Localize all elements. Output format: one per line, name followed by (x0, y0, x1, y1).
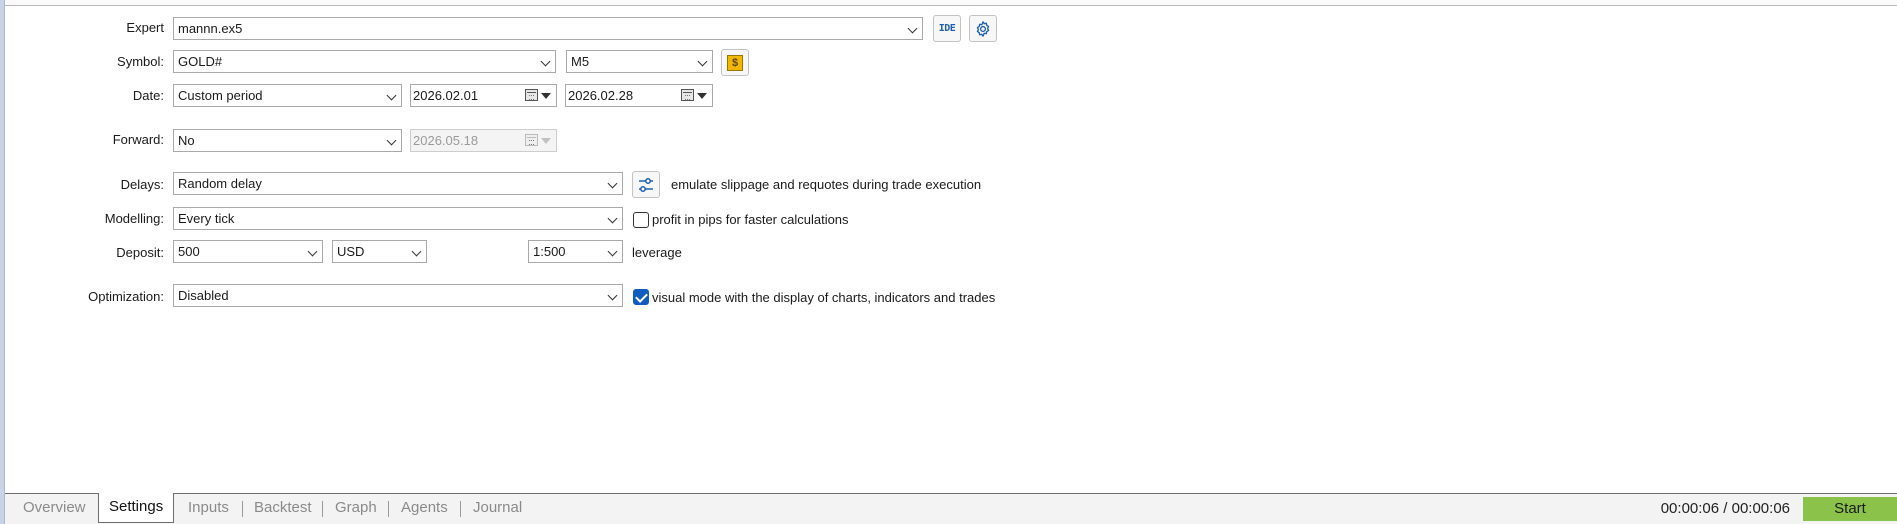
tab-separator (388, 501, 389, 517)
ide-button[interactable]: IDE (933, 15, 961, 42)
symbol-value: GOLD# (178, 54, 223, 69)
profit-in-pips-label: profit in pips for faster calculations (652, 212, 849, 227)
deposit-label: Deposit: (116, 245, 164, 260)
visual-mode-label: visual mode with the display of charts, … (652, 290, 996, 305)
calendar-icon (525, 89, 538, 101)
delays-description: emulate slippage and requotes during tra… (671, 177, 982, 192)
timeframe-select[interactable]: M5 (566, 50, 713, 73)
chevron-down-icon (607, 246, 618, 257)
optimization-select[interactable]: Disabled (173, 284, 623, 307)
ide-button-label: IDE (938, 23, 956, 34)
chevron-down-icon (697, 56, 708, 67)
expert-select[interactable]: mannn.ex5 (173, 17, 923, 40)
date-label: Date: (132, 88, 164, 103)
forward-select[interactable]: No (173, 129, 402, 152)
modelling-value: Every tick (178, 211, 235, 226)
tab-separator (242, 501, 243, 517)
slider-settings-icon (639, 177, 653, 192)
chevron-down-icon (607, 178, 618, 189)
delays-select[interactable]: Random delay (173, 172, 623, 195)
chevron-down-icon (907, 23, 918, 34)
symbol-properties-button[interactable]: $ (721, 49, 749, 76)
tab-inputs[interactable]: Inputs (178, 494, 239, 523)
forward-date-value: 2026.05.18 (413, 133, 479, 148)
expert-label: Expert (126, 20, 164, 35)
tab-separator (322, 501, 323, 517)
dropdown-arrow-icon (541, 93, 551, 99)
delay-settings-button[interactable] (632, 171, 660, 198)
symbol-select[interactable]: GOLD# (173, 50, 556, 73)
elapsed-timer: 00:00:06 / 00:00:06 (1660, 500, 1790, 517)
optimization-value: Disabled (178, 288, 229, 303)
chevron-down-icon (540, 56, 551, 67)
leverage-label: leverage (632, 245, 682, 260)
modelling-select[interactable]: Every tick (173, 207, 623, 230)
calendar-icon (525, 134, 538, 146)
tab-journal[interactable]: Journal (463, 494, 532, 523)
forward-label: Forward: (112, 132, 164, 147)
chevron-down-icon (411, 246, 422, 257)
date-from-value: 2026.02.01 (413, 88, 479, 103)
profit-in-pips-checkbox[interactable] (633, 212, 649, 228)
tab-backtest[interactable]: Backtest (244, 494, 322, 523)
window-top-edge (0, 0, 1897, 6)
chevron-down-icon (307, 246, 318, 257)
tab-overview[interactable]: Overview (13, 494, 96, 523)
currency-select[interactable]: USD (332, 240, 427, 263)
dropdown-arrow-icon (697, 93, 707, 99)
tab-settings[interactable]: Settings (98, 493, 175, 523)
forward-date-picker: 2026.05.18 (410, 129, 557, 152)
gear-icon (976, 20, 990, 37)
date-period-select[interactable]: Custom period (173, 84, 402, 107)
date-to-value: 2026.02.28 (568, 88, 634, 103)
chevron-down-icon (386, 90, 397, 101)
chevron-down-icon (607, 290, 618, 301)
modelling-label: Modelling: (104, 211, 164, 226)
optimization-label: Optimization: (88, 289, 164, 304)
tab-separator (460, 501, 461, 517)
currency-value: USD (337, 244, 365, 259)
tab-graph[interactable]: Graph (325, 494, 387, 523)
leverage-value: 1:500 (533, 244, 566, 259)
chevron-down-icon (607, 213, 618, 224)
window-left-edge (0, 0, 5, 524)
visual-mode-checkbox[interactable] (633, 289, 649, 305)
delays-label: Delays: (120, 177, 164, 192)
leverage-select[interactable]: 1:500 (528, 240, 623, 263)
expert-value: mannn.ex5 (178, 21, 243, 36)
timeframe-value: M5 (571, 54, 590, 69)
calendar-icon (681, 89, 694, 101)
delays-value: Random delay (178, 176, 262, 191)
dollar-icon: $ (727, 54, 743, 71)
symbol-label: Symbol: (117, 54, 164, 69)
tab-agents[interactable]: Agents (391, 494, 458, 523)
forward-value: No (178, 133, 195, 148)
date-to-picker[interactable]: 2026.02.28 (565, 84, 713, 107)
expert-settings-button[interactable] (969, 15, 997, 42)
deposit-amount-select[interactable]: 500 (173, 240, 323, 263)
dropdown-arrow-icon (541, 138, 551, 144)
deposit-amount-value: 500 (178, 244, 200, 259)
chevron-down-icon (386, 135, 397, 146)
start-button[interactable]: Start (1803, 497, 1897, 521)
date-period-value: Custom period (178, 88, 263, 103)
bottom-tab-bar: Overview Settings Inputs Backtest Graph … (5, 493, 1897, 524)
date-from-picker[interactable]: 2026.02.01 (410, 84, 557, 107)
